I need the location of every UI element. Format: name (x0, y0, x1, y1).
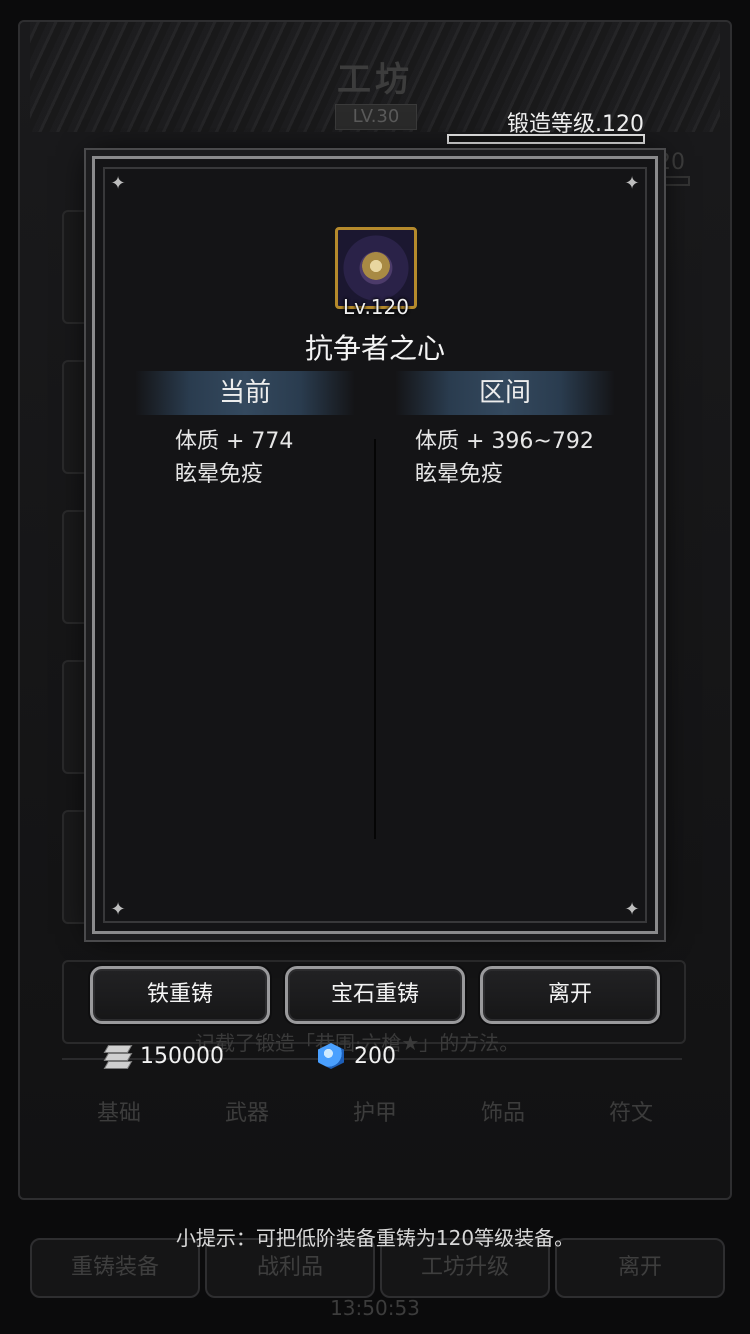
reforge-dialog: ✦ ✦ ✦ ✦ Lv.120 抗争者之心 当前 区间 体质 + 774 眩晕免疫… (92, 156, 658, 934)
range-stats: 体质 + 396~792 眩晕免疫 (415, 425, 594, 491)
gem-reforge-button[interactable]: 宝石重铸 (285, 966, 465, 1024)
corner-star-icon: ✦ (110, 899, 126, 920)
iron-currency: 150000 (103, 1038, 224, 1074)
corner-star-icon: ✦ (624, 173, 640, 194)
category-tabs: 基础 武器 护甲 饰品 符文 (55, 1088, 695, 1134)
range-stat-stun-immunity: 眩晕免疫 (415, 462, 504, 487)
item-name: 抗争者之心 (304, 332, 445, 365)
blue-gem-icon (318, 1043, 344, 1069)
current-stat-constitution: 体质 + 774 (175, 429, 294, 454)
corner-star-icon: ✦ (624, 899, 640, 920)
range-stat-constitution: 体质 + 396~792 (415, 429, 594, 454)
corner-star-icon: ✦ (110, 173, 126, 194)
iron-ingot-icon (103, 1043, 133, 1069)
forge-level-bar (447, 134, 645, 144)
gem-amount: 200 (354, 1043, 396, 1069)
current-stats: 体质 + 774 眩晕免疫 (175, 425, 293, 491)
gem-currency: 200 (318, 1038, 396, 1074)
current-header: 当前 (135, 371, 355, 415)
tip-text: 小提示：可把低阶装备重铸为120等级装备。 (175, 1226, 575, 1250)
iron-reforge-button[interactable]: 铁重铸 (90, 966, 270, 1024)
workshop-level-badge: LV.30 (335, 104, 417, 130)
tab-accessory[interactable]: 饰品 (439, 1095, 567, 1127)
tab-weapon[interactable]: 武器 (183, 1095, 311, 1127)
leave-button[interactable]: 离开 (480, 966, 660, 1024)
tab-armor[interactable]: 护甲 (311, 1095, 439, 1127)
column-divider (374, 439, 376, 839)
tab-basic[interactable]: 基础 (55, 1095, 183, 1127)
tab-rune[interactable]: 符文 (567, 1095, 695, 1127)
range-header: 区间 (395, 371, 615, 415)
iron-amount: 150000 (140, 1043, 224, 1069)
current-stat-stun-immunity: 眩晕免疫 (175, 462, 264, 487)
item-level: Lv.120 (343, 295, 409, 319)
workshop-title: 工坊 (337, 60, 413, 100)
clock: 13:50:53 (330, 1296, 420, 1320)
